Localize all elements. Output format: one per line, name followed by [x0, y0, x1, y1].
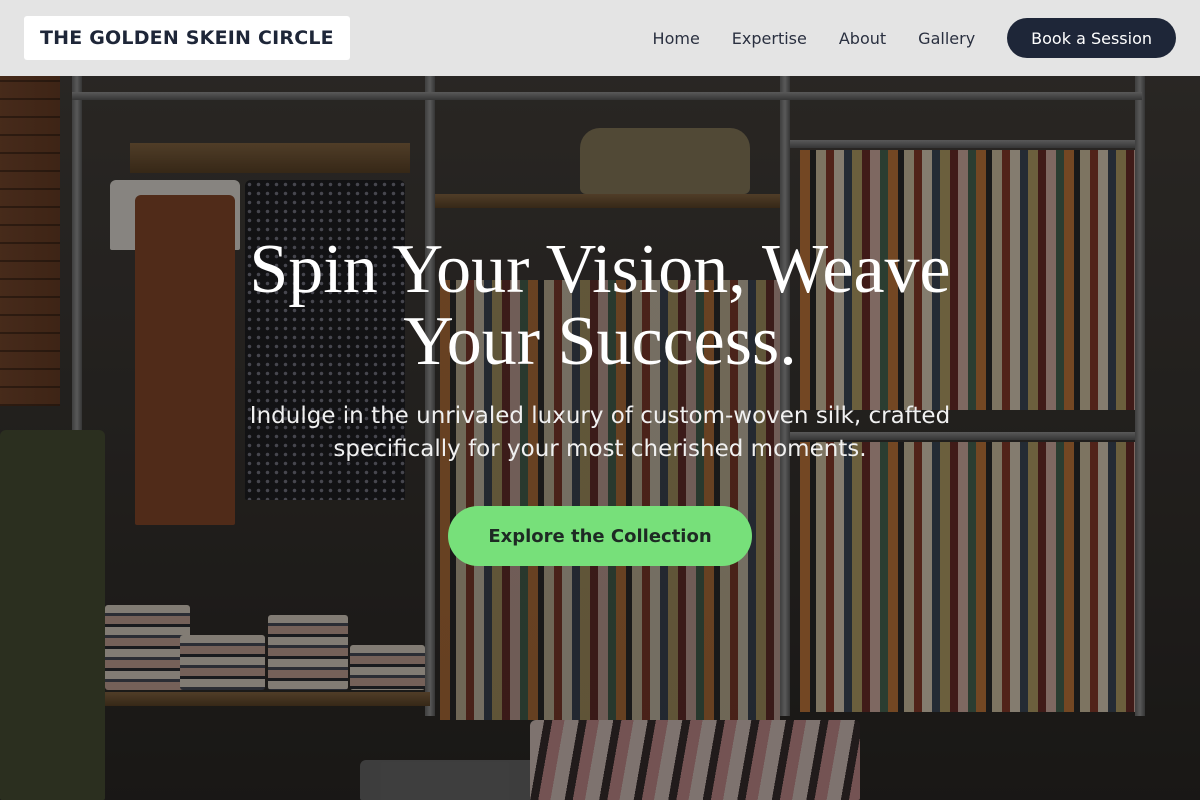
nav-link-expertise[interactable]: Expertise	[732, 29, 807, 48]
hero-title: Spin Your Vision, Weave Your Success.	[249, 231, 951, 380]
book-session-button[interactable]: Book a Session	[1007, 18, 1176, 58]
hero-subtitle: Indulge in the unrivaled luxury of custo…	[249, 403, 951, 462]
nav-link-about[interactable]: About	[839, 29, 886, 48]
hero-section: Spin Your Vision, Weave Your Success. In…	[0, 76, 1200, 800]
nav-link-gallery[interactable]: Gallery	[918, 29, 975, 48]
site-header: THE GOLDEN SKEIN CIRCLE Home Expertise A…	[0, 0, 1200, 76]
explore-collection-button[interactable]: Explore the Collection	[448, 506, 752, 566]
main-nav: Home Expertise About Gallery Book a Sess…	[653, 18, 1176, 58]
page: THE GOLDEN SKEIN CIRCLE Home Expertise A…	[0, 0, 1200, 800]
brand-logo[interactable]: THE GOLDEN SKEIN CIRCLE	[24, 16, 350, 60]
nav-link-home[interactable]: Home	[653, 29, 700, 48]
